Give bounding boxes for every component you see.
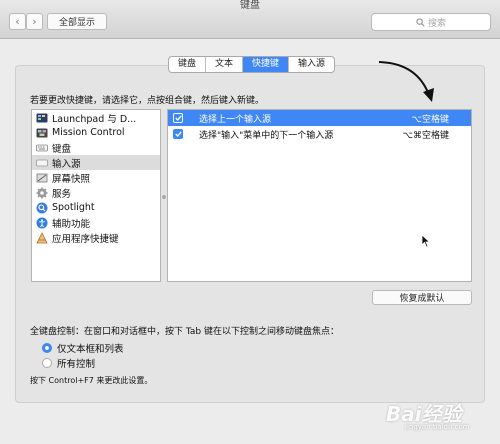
- tab-keyboard[interactable]: 键盘: [169, 57, 207, 72]
- shortcut-keys[interactable]: ⌥⌘空格键: [403, 128, 449, 141]
- shortcut-list: 选择上一个输入源 ⌥空格键 选择"输入"菜单中的下一个输入源 ⌥⌘空格键: [167, 109, 472, 282]
- checkmark-icon: [174, 131, 182, 137]
- tab-input-sources[interactable]: 输入源: [289, 57, 334, 72]
- checkmark-icon: [174, 115, 182, 121]
- forward-button[interactable]: ›: [26, 13, 43, 30]
- search-placeholder: 搜索: [427, 18, 446, 29]
- category-list: Launchpad 与 D... Mission Control 键盘 输入源 …: [31, 109, 161, 282]
- shortcut-hint: 按下 Control+F7 来更改此设置。: [30, 376, 153, 385]
- restore-defaults-button[interactable]: 恢复成默认: [372, 290, 472, 305]
- app-shortcuts-icon: [36, 231, 48, 243]
- annotation-arrow-icon: [378, 61, 434, 102]
- radio-text-boxes-lists[interactable]: 仅文本框和列表: [42, 341, 124, 355]
- category-mission-control[interactable]: Mission Control: [32, 125, 160, 140]
- radio-unselected-icon: [42, 358, 52, 368]
- services-gear-icon: [36, 187, 48, 198]
- spotlight-icon: [36, 202, 48, 213]
- radio-all-controls[interactable]: 所有控制: [42, 356, 95, 370]
- mouse-cursor-icon: [421, 234, 431, 248]
- tab-shortcuts[interactable]: 快捷键: [243, 57, 290, 72]
- category-input-sources[interactable]: 输入源: [32, 155, 160, 170]
- tab-text[interactable]: 文本: [206, 57, 244, 72]
- chevron-right-icon: ›: [32, 15, 37, 28]
- checkbox-next-source[interactable]: [173, 129, 183, 139]
- category-services[interactable]: 服务: [32, 185, 160, 200]
- launchpad-icon: [36, 113, 48, 122]
- show-all-button[interactable]: 全部显示: [47, 13, 107, 30]
- category-accessibility[interactable]: 辅助功能: [32, 215, 160, 230]
- search-input[interactable]: 搜索: [371, 13, 491, 31]
- category-launchpad[interactable]: Launchpad 与 D...: [32, 110, 160, 125]
- back-button[interactable]: ‹: [9, 13, 26, 30]
- watermark-subtext: jingyan.baidu.com: [405, 423, 470, 431]
- shortcut-row-previous-source[interactable]: 选择上一个输入源 ⌥空格键: [168, 110, 471, 126]
- tab-bar: 键盘 文本 快捷键 输入源: [168, 56, 336, 73]
- shortcut-label: 选择"输入"菜单中的下一个输入源: [199, 130, 334, 141]
- checkbox-previous-source[interactable]: [173, 113, 183, 123]
- splitter-handle[interactable]: [162, 195, 166, 199]
- accessibility-icon: [36, 217, 48, 228]
- window-title: 键盘: [240, 0, 260, 11]
- search-icon: [416, 17, 425, 27]
- mission-control-icon: [36, 128, 48, 137]
- keyboard-icon: [36, 144, 48, 151]
- screenshot-icon: [36, 173, 48, 182]
- category-keyboard[interactable]: 键盘: [32, 140, 160, 155]
- shortcut-keys[interactable]: ⌥空格键: [412, 112, 449, 125]
- radio-selected-icon: [42, 343, 52, 353]
- shortcut-row-next-source[interactable]: 选择"输入"菜单中的下一个输入源 ⌥⌘空格键: [168, 126, 471, 142]
- category-app-shortcuts[interactable]: 应用程序快捷键: [32, 230, 160, 245]
- full-keyboard-label: 全键盘控制：在窗口和对话框中，按下 Tab 键在以下控制之间移动键盘焦点：: [30, 327, 339, 337]
- category-screenshots[interactable]: 屏幕快照: [32, 170, 160, 185]
- input-source-icon: [36, 159, 48, 166]
- shortcut-label: 选择上一个输入源: [199, 114, 272, 125]
- category-spotlight[interactable]: Spotlight: [32, 200, 160, 215]
- instruction-text: 若要更改快捷键，请选择它，点按组合键，然后键入新键。: [30, 96, 265, 106]
- chevron-left-icon: ‹: [15, 15, 20, 28]
